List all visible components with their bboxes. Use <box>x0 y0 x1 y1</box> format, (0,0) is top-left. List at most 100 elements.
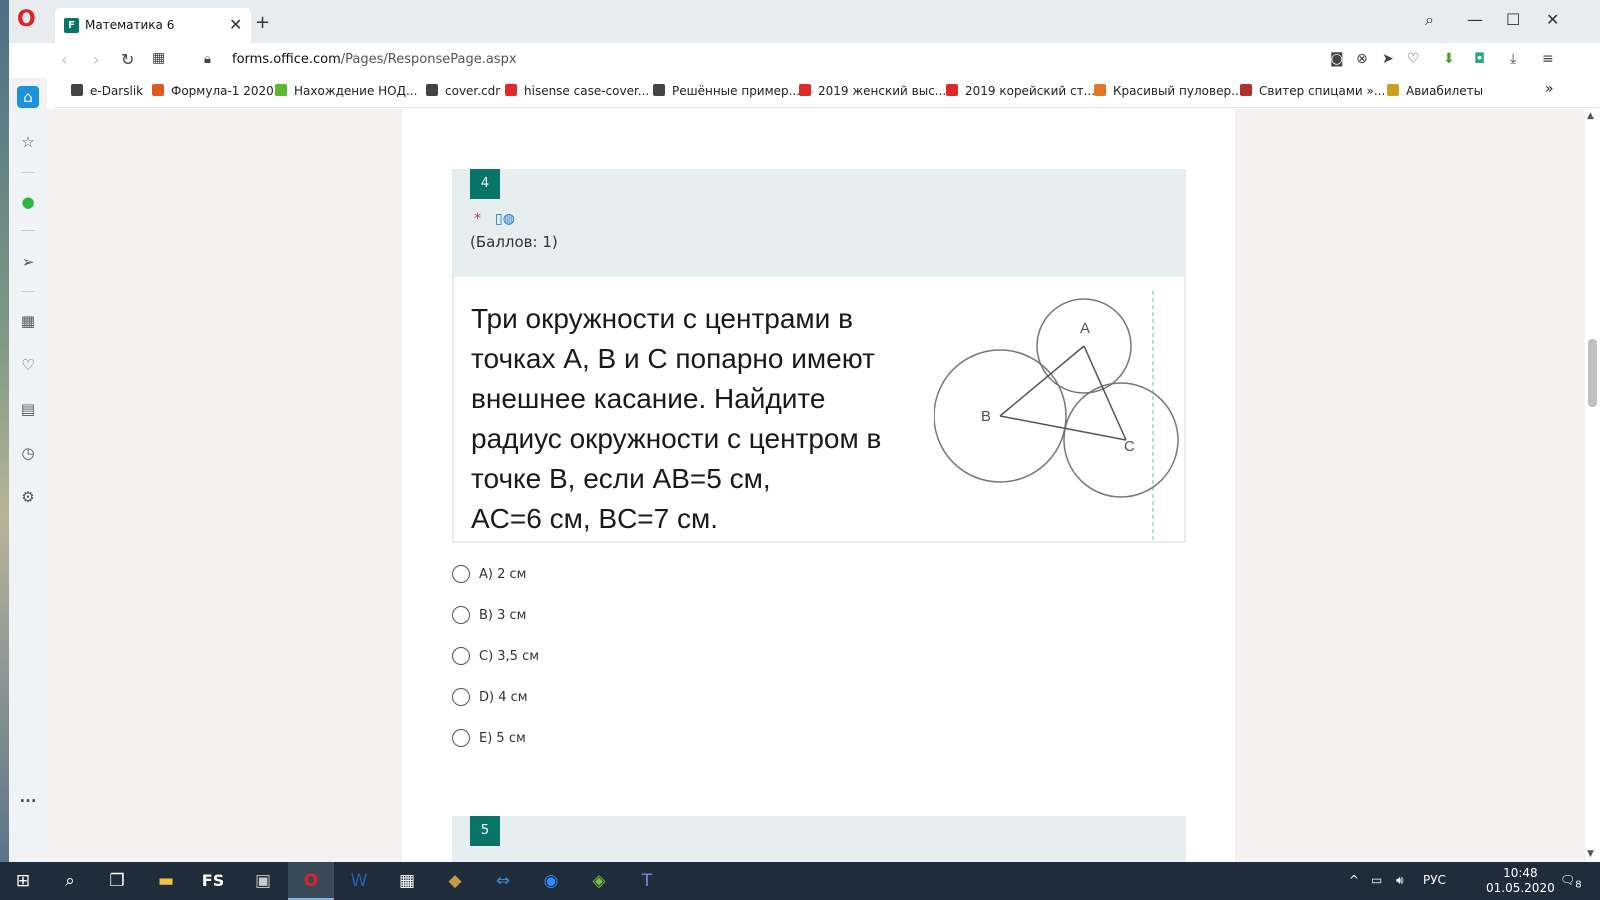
bookmarks-overflow-icon[interactable]: » <box>1545 81 1554 97</box>
volume-icon[interactable]: 🔊︎ <box>1396 873 1404 888</box>
windows-start-icon[interactable]: ⊞ <box>0 862 46 900</box>
extension-download-icon[interactable]: ⬇ <box>1443 51 1455 67</box>
desktop-background-strip <box>0 0 9 862</box>
file-explorer-icon[interactable]: ▬ <box>143 862 189 900</box>
bookmark-item[interactable]: 2019 корейский ст... <box>946 84 1095 98</box>
shop-icon <box>946 84 958 96</box>
problem-line: Три окружности с центрами в <box>471 303 853 334</box>
notifications-icon[interactable]: 🗨︎8 <box>1560 873 1582 890</box>
question-number: 4 <box>470 169 500 199</box>
maximize-icon[interactable]: ☐ <box>1506 10 1520 29</box>
more-icon[interactable]: ··· <box>17 790 39 812</box>
downloads-icon[interactable]: ⤓ <box>1510 51 1516 67</box>
send-icon[interactable]: ➤ <box>1382 51 1394 67</box>
easy-setup-icon[interactable]: ≡ <box>1542 51 1554 67</box>
bookmark-item[interactable]: Формула-1 2020 <box>152 84 274 98</box>
problem-line: точках A, B и C попарно имеют <box>471 343 875 374</box>
bookmark-item[interactable]: Красивый пуловер... <box>1094 84 1243 98</box>
bookmark-item[interactable]: e-Darslik <box>71 84 143 98</box>
opera-taskbar-icon[interactable]: O <box>288 862 334 900</box>
archive-icon[interactable]: ◆ <box>432 862 478 900</box>
bookmarks-bar: e-Darslik Формула-1 2020 Нахождение НОД.… <box>55 78 1600 108</box>
show-hidden-icons-icon[interactable]: ^ <box>1349 873 1359 887</box>
radio-button[interactable] <box>452 606 470 624</box>
radio-button[interactable] <box>452 565 470 583</box>
browser-window: O F Математика 6 ✕ + ⌕ — ☐ ✕ ‹ › ↻ ▦ 🔒︎ … <box>9 0 1600 862</box>
radio-button[interactable] <box>452 688 470 706</box>
teamviewer-icon[interactable]: ⇔ <box>480 862 526 900</box>
history-icon[interactable]: ◷ <box>17 442 39 464</box>
scroll-thumb[interactable] <box>1588 339 1597 407</box>
required-marker: * <box>474 211 481 227</box>
tab-grid-icon[interactable]: ▦ <box>152 50 165 66</box>
option-label: C) 3,5 см <box>479 649 540 664</box>
minimize-icon[interactable]: — <box>1467 10 1483 29</box>
settings-gear-icon[interactable]: ⚙ <box>17 486 39 508</box>
back-icon[interactable]: ‹ <box>61 50 67 69</box>
extension-vpn-icon[interactable]: ◘ <box>1474 51 1485 67</box>
question-number: 5 <box>470 816 500 846</box>
page-scrollbar[interactable]: ▲ ▼ <box>1585 109 1600 862</box>
lock-icon[interactable]: 🔒︎ <box>204 52 211 67</box>
speed-dial-icon[interactable]: ☆ <box>17 131 39 153</box>
tab-bar: O F Математика 6 ✕ + ⌕ — ☐ ✕ <box>9 0 1600 43</box>
radio-button[interactable] <box>452 647 470 665</box>
bluestacks-icon[interactable]: ◈ <box>576 862 622 900</box>
shield-icon <box>152 84 164 96</box>
circle-c <box>1063 382 1179 498</box>
store-icon[interactable]: ▣ <box>240 862 286 900</box>
bookmark-item[interactable]: Свитер спицами »... <box>1240 84 1385 98</box>
home-icon[interactable]: ⌂ <box>17 86 39 108</box>
bookmark-item[interactable]: hisense case-cover... <box>505 84 649 98</box>
bookmark-item[interactable]: 2019 женский выс... <box>799 84 946 98</box>
new-tab-icon[interactable]: + <box>255 12 270 33</box>
heart-icon[interactable]: ♡ <box>1407 51 1420 67</box>
option-label: A) 2 см <box>479 567 527 582</box>
tab-active[interactable]: F Математика 6 ✕ <box>55 8 251 43</box>
bookmark-item[interactable]: Нахождение НОД... <box>275 84 417 98</box>
next-question-header: 5 <box>452 816 1186 862</box>
bookmark-item[interactable]: Авиабилеты <box>1387 84 1483 98</box>
page-icon <box>426 84 438 96</box>
calculator-icon[interactable]: ▦ <box>384 862 430 900</box>
whatsapp-icon[interactable]: ● <box>17 191 39 213</box>
fs-app-icon[interactable]: FS <box>190 862 236 900</box>
news-icon[interactable]: ▤ <box>17 398 39 420</box>
network-icon[interactable]: ▭ <box>1371 873 1382 887</box>
heart-icon[interactable]: ♡ <box>17 354 39 376</box>
tab-close-icon[interactable]: ✕ <box>229 15 242 34</box>
teams-icon[interactable]: T <box>624 862 670 900</box>
sidebar-divider <box>21 172 35 173</box>
label-b: B <box>981 408 991 425</box>
opera-menu-icon[interactable]: O <box>17 8 39 32</box>
option-label: D) 4 см <box>479 690 528 705</box>
question-points: (Баллов: 1) <box>470 233 558 251</box>
word-icon[interactable]: W <box>336 862 382 900</box>
forward-icon[interactable]: › <box>93 50 99 69</box>
shop-icon <box>799 84 811 96</box>
zoom-icon[interactable]: ◉ <box>528 862 574 900</box>
immersive-reader-icon[interactable]: ▯◍ <box>495 211 515 227</box>
workspaces-icon[interactable]: ▦ <box>17 310 39 332</box>
bookmark-item[interactable]: cover.cdr <box>426 84 500 98</box>
scroll-up-icon[interactable]: ▲ <box>1587 111 1594 121</box>
reload-icon[interactable]: ↻ <box>121 50 134 69</box>
leaf-icon <box>1094 84 1106 96</box>
url-field[interactable]: forms.office.com/Pages/ResponsePage.aspx <box>232 52 517 67</box>
radio-button[interactable] <box>452 729 470 747</box>
search-icon[interactable]: ⌕ <box>47 862 93 900</box>
flow-send-icon[interactable]: ➢ <box>17 251 39 273</box>
task-view-icon[interactable]: ❐ <box>94 862 140 900</box>
problem-line: точке B, если AB=5 см, <box>471 463 771 494</box>
option-label: E) 5 см <box>479 731 526 746</box>
language-indicator[interactable]: РУС <box>1423 873 1446 887</box>
clock[interactable]: 10:48 01.05.2020 <box>1486 866 1555 896</box>
scroll-down-icon[interactable]: ▼ <box>1587 849 1594 859</box>
search-tabs-icon[interactable]: ⌕ <box>1425 10 1434 30</box>
close-window-icon[interactable]: ✕ <box>1546 10 1559 29</box>
bookmark-item[interactable]: Решённые пример... <box>653 84 800 98</box>
snapshot-icon[interactable]: ◙ <box>1330 51 1344 67</box>
adblock-icon[interactable]: ⊗ <box>1356 51 1368 67</box>
shop-icon <box>505 84 517 96</box>
opera-sidebar: ⌂ ☆ ● ➢ ▦ ♡ ▤ ◷ ⚙ ··· <box>9 78 47 862</box>
